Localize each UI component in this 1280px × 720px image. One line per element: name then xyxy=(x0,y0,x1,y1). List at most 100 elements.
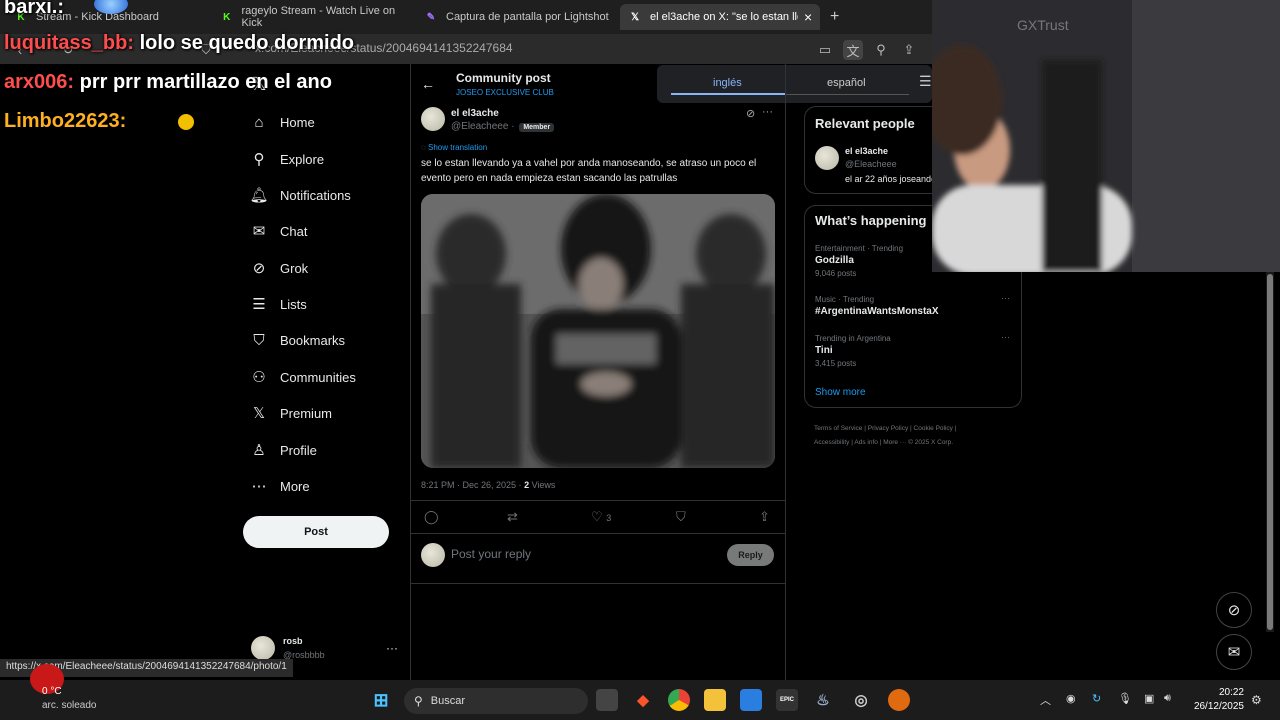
nav-item-grok[interactable]: ⊘ Grok xyxy=(250,256,308,280)
share-icon[interactable]: ⇪ xyxy=(899,40,919,60)
chat-message: barxi.: xyxy=(4,0,64,19)
nav-item-label: Notifications xyxy=(280,187,351,203)
post-button[interactable]: Post xyxy=(243,516,389,548)
nav-item-chat[interactable]: ✉ Chat xyxy=(250,219,308,243)
author-avatar[interactable] xyxy=(421,107,445,131)
close-icon[interactable]: × xyxy=(804,9,812,25)
post-more-icon[interactable]: ··· xyxy=(762,106,773,118)
author-name[interactable]: el el3ache xyxy=(451,108,499,119)
views-label: Views xyxy=(529,480,556,490)
repost-icon[interactable]: ⇄ xyxy=(507,509,518,525)
more-circle-icon: ⋯ xyxy=(251,478,267,495)
reply-button[interactable]: Reply xyxy=(727,544,774,566)
tab-kick-stream[interactable]: K rageylo Stream - Watch Live on Kick xyxy=(212,4,412,30)
tab-x-post[interactable]: 𝕏 el el3ache on X: "se lo estan llev × xyxy=(620,4,820,30)
show-translation-label: Show translation xyxy=(428,143,488,152)
post-photo[interactable] xyxy=(421,194,775,468)
clock-time[interactable]: 20:22 xyxy=(1212,687,1244,698)
tab-lightshot[interactable]: ✎ Captura de pantalla por Lightshot xyxy=(416,4,616,30)
show-more-link[interactable]: Show more xyxy=(815,387,866,398)
clock-date[interactable]: 26/12/2025 xyxy=(1192,701,1244,712)
trend-posts: 9,046 posts xyxy=(815,269,857,278)
trend-more-icon[interactable]: ··· xyxy=(1001,332,1010,342)
new-tab-button[interactable]: + xyxy=(830,8,839,26)
nav-item-communities[interactable]: ⚇ Communities xyxy=(250,365,356,389)
nav-item-lists[interactable]: ☰ Lists xyxy=(250,292,306,316)
translate-globe-icon: ◌ xyxy=(421,143,426,152)
person-name[interactable]: el el3ache xyxy=(845,146,888,156)
footer-link[interactable]: Cookie Policy xyxy=(914,425,953,432)
volume-icon[interactable]: 🔊︎ xyxy=(1164,692,1171,705)
nav-item-label: Communities xyxy=(280,369,356,385)
taskbar-search[interactable]: ⚲ Buscar xyxy=(404,688,588,714)
x-logo-icon: 𝕏 xyxy=(630,11,640,23)
microphone-icon[interactable]: 🎙︎ xyxy=(1118,692,1132,705)
divider xyxy=(410,533,786,534)
menu-icon[interactable]: ☰ xyxy=(919,73,932,90)
share-icon[interactable]: ⇪ xyxy=(759,509,770,525)
app-icon[interactable] xyxy=(888,689,910,711)
reply-input[interactable]: Post your reply xyxy=(451,547,531,561)
footer-link[interactable]: Ads info xyxy=(854,439,878,446)
chrome-icon[interactable] xyxy=(668,689,690,711)
nav-item-premium[interactable]: 𝕏 Premium xyxy=(250,401,332,425)
sync-icon[interactable]: ↻ xyxy=(1092,692,1101,705)
notification-bell-icon[interactable]: ⚙ xyxy=(1251,693,1262,707)
chat-text: lolo se quedo dormido xyxy=(134,32,355,54)
person-icon: ♙ xyxy=(252,442,266,459)
trend-item[interactable]: Music · Trending #ArgentinaWantsMonstaX xyxy=(815,295,939,317)
trend-name: #ArgentinaWantsMonstaX xyxy=(815,306,939,317)
chevron-up-icon[interactable]: ︿ xyxy=(1040,692,1051,708)
trend-item[interactable]: Entertainment · Trending Godzilla 9,046 … xyxy=(815,244,903,278)
account-more-icon[interactable]: ··· xyxy=(386,641,398,655)
obs-icon[interactable]: ◎ xyxy=(850,689,872,711)
zoom-icon[interactable]: ⚲ xyxy=(871,40,891,60)
translate-tab-target[interactable]: español xyxy=(827,77,866,89)
trend-more-icon[interactable]: ··· xyxy=(1001,293,1010,303)
show-translation-link[interactable]: ◌ Show translation xyxy=(421,143,487,152)
chat-username: luquitass_bb: xyxy=(4,32,135,54)
footer-link[interactable]: Terms of Service xyxy=(814,425,862,432)
epic-games-icon[interactable]: EPIC xyxy=(776,689,798,711)
scrollbar-thumb[interactable] xyxy=(1267,274,1273,630)
trend-item[interactable]: Trending in Argentina Tini 3,415 posts xyxy=(815,334,891,368)
nav-item-profile[interactable]: ♙ Profile xyxy=(250,438,317,462)
steam-icon[interactable]: ♨ xyxy=(812,689,834,711)
grok-float-icon[interactable]: ⊘ xyxy=(1216,592,1252,628)
windows-start-icon[interactable]: ⊞ xyxy=(370,689,392,711)
network-icon[interactable]: ▣ xyxy=(1144,692,1154,705)
account-avatar[interactable] xyxy=(251,636,275,660)
post-meta-row: 8:21 PM · Dec 26, 2025 · 2 Views xyxy=(421,480,555,490)
store-icon[interactable] xyxy=(740,689,762,711)
like-button[interactable]: ♡ 3 xyxy=(591,509,611,525)
footer-link[interactable]: More ··· xyxy=(883,439,906,446)
community-link[interactable]: JOSEO EXCLUSIVE CLUB xyxy=(456,88,554,97)
relevant-people-title: Relevant people xyxy=(815,116,915,131)
translate-icon[interactable]: 文 xyxy=(843,40,863,60)
nav-item-explore[interactable]: ⚲ Explore xyxy=(250,147,325,171)
task-view-icon[interactable] xyxy=(596,689,618,711)
footer-link[interactable]: Accessibility xyxy=(814,439,849,446)
messages-float-icon[interactable]: ✉ xyxy=(1216,634,1252,670)
nav-item-bookmarks[interactable]: ⛉ Bookmarks xyxy=(250,328,345,352)
cast-icon[interactable]: ▭ xyxy=(815,40,835,60)
weather-temp[interactable]: 0 °C xyxy=(42,686,62,697)
author-handle-row: @Eleacheee · Member xyxy=(451,121,555,132)
footer-separator: | xyxy=(864,425,866,432)
back-arrow-icon[interactable]: ← xyxy=(421,76,435,92)
post-timestamp[interactable]: 8:21 PM · Dec 26, 2025 · xyxy=(421,480,524,490)
file-explorer-icon[interactable] xyxy=(704,689,726,711)
nav-item-more[interactable]: ⋯ More xyxy=(250,474,310,498)
weather-desc[interactable]: arc. soleado xyxy=(42,700,96,711)
nav-item-notifications[interactable]: 🔔︎ Notifications xyxy=(249,183,351,207)
grok-icon[interactable]: ⊘ xyxy=(746,107,755,120)
person-avatar[interactable] xyxy=(815,146,839,170)
brave-icon[interactable]: ◆ xyxy=(632,689,654,711)
reply-icon[interactable]: ◯ xyxy=(424,509,439,525)
nav-item-label: More xyxy=(280,478,310,494)
nav-item-home[interactable]: ⌂ Home xyxy=(250,110,314,134)
bookmark-icon[interactable]: ⛉ xyxy=(676,509,686,525)
author-handle[interactable]: @Eleacheee xyxy=(451,121,508,132)
discord-icon[interactable]: ◉ xyxy=(1066,692,1076,705)
footer-link[interactable]: Privacy Policy xyxy=(868,425,908,432)
